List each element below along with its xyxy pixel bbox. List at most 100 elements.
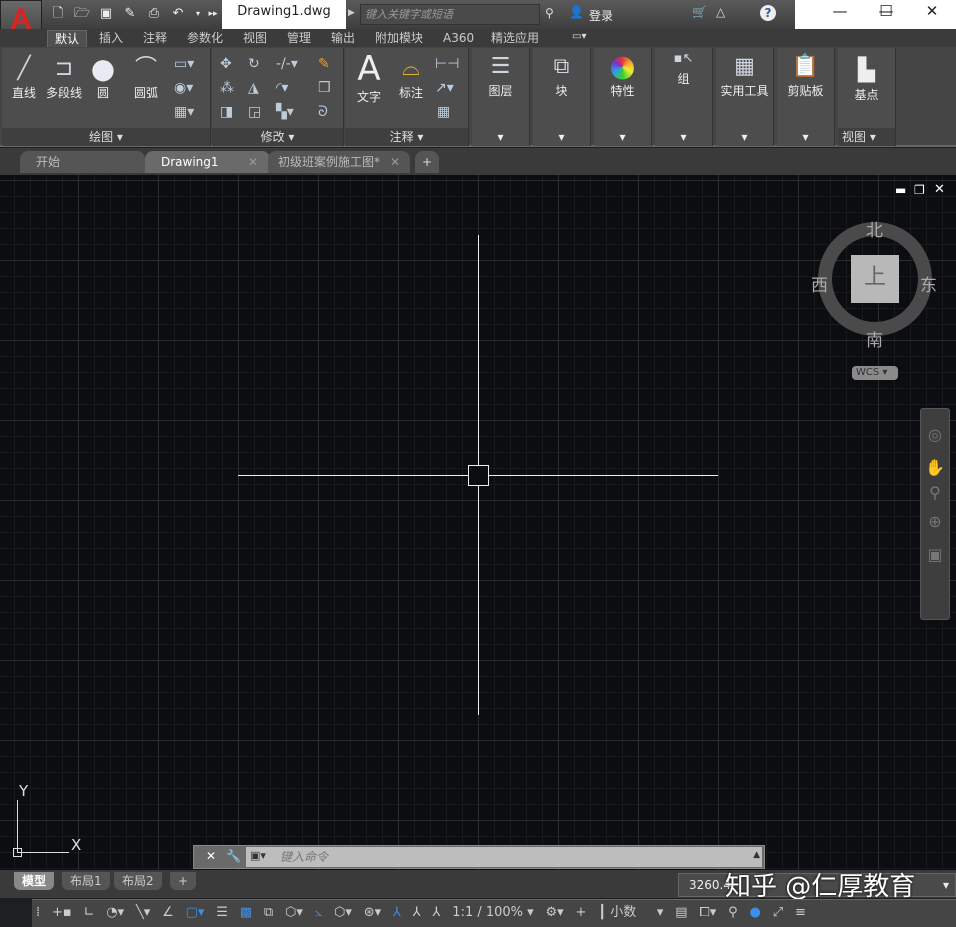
viewcube-top-face[interactable]: 上: [851, 255, 899, 303]
open-icon[interactable]: 🗁: [74, 6, 90, 22]
scale-icon[interactable]: ◲: [248, 104, 261, 120]
cart-icon[interactable]: 🛒: [692, 5, 707, 19]
fillet-icon[interactable]: ◜▾: [276, 80, 288, 96]
chevron-down-icon[interactable]: ▾: [190, 6, 206, 22]
layout-tab-layout1[interactable]: 布局1: [62, 872, 110, 890]
base-point-button[interactable]: 基点: [854, 88, 878, 102]
undo-icon[interactable]: ↶: [170, 6, 186, 22]
tab-view[interactable]: 视图: [236, 30, 274, 47]
clean-screen-icon[interactable]: ⤢: [769, 900, 787, 926]
group-button[interactable]: ▪↖ 组 ▾: [655, 48, 713, 146]
mirror-icon[interactable]: ◮: [248, 80, 259, 96]
layout-tab-layout2[interactable]: 布局2: [114, 872, 162, 890]
block-button[interactable]: ⧉ 块 ▾: [533, 48, 591, 146]
panel-draw-title[interactable]: 绘图 ▾: [2, 128, 210, 146]
expand-icon[interactable]: ▶: [348, 8, 355, 18]
close-icon[interactable]: ✕: [206, 849, 216, 863]
tab-annotate[interactable]: 注释: [136, 30, 174, 47]
print-icon[interactable]: ⎙: [146, 6, 162, 22]
grid-icon[interactable]: ⁞: [32, 900, 44, 926]
file-tab-drawing1[interactable]: Drawing1 ✕: [145, 151, 270, 173]
offset-icon[interactable]: ᘐ: [318, 104, 328, 120]
selection-filter-icon[interactable]: ⬡▾: [330, 900, 356, 926]
circle-button[interactable]: ● 圆: [86, 54, 120, 101]
command-input[interactable]: 键入命令: [246, 847, 762, 867]
hatch-icon[interactable]: ◉▾: [174, 80, 193, 96]
save-icon[interactable]: ▣: [98, 6, 114, 22]
new-icon[interactable]: 🗋: [50, 6, 66, 22]
compass-east[interactable]: 东: [920, 271, 937, 296]
move-icon[interactable]: ✥: [220, 56, 232, 72]
line-button[interactable]: ╱ 直线: [6, 54, 42, 101]
layers-button[interactable]: ☰ 图层 ▾: [472, 48, 530, 146]
file-tab-project[interactable]: 初级班案例施工图* ✕: [268, 151, 410, 173]
minimize-icon[interactable]: —: [820, 2, 860, 20]
wcs-menu[interactable]: WCS ▾: [852, 366, 898, 380]
dimension-button[interactable]: ⌓ 标注: [391, 54, 431, 101]
quick-properties-icon[interactable]: ▤: [671, 900, 691, 926]
ortho-icon[interactable]: ∟: [80, 900, 99, 926]
annotation-scale-dropdown[interactable]: 1:1 / 100% ▾: [448, 900, 537, 926]
snap-icon[interactable]: +▪: [48, 900, 76, 926]
compass-south[interactable]: 南: [866, 326, 883, 351]
add-layout-button[interactable]: +: [170, 872, 197, 890]
autodesk-icon[interactable]: △: [716, 5, 725, 19]
command-prompt-icon[interactable]: ▣▾: [250, 849, 266, 862]
selection-cycling-icon[interactable]: ⧉: [260, 900, 277, 926]
chevron-down-icon[interactable]: ▾: [943, 874, 949, 896]
chevron-down-icon[interactable]: ▾: [472, 130, 529, 144]
more-icon[interactable]: ▸▸: [205, 6, 221, 22]
array-icon[interactable]: ▚▾: [276, 104, 294, 120]
customization-icon[interactable]: ≡: [791, 900, 810, 926]
utilities-button[interactable]: ▦ 实用工具 ▾: [716, 48, 774, 146]
erase-icon[interactable]: ✎: [318, 56, 330, 72]
tab-featured-apps[interactable]: 精选应用: [484, 30, 546, 47]
rectangle-icon[interactable]: ▭▾: [174, 56, 194, 72]
hardware-acceleration-icon[interactable]: ●: [746, 900, 765, 926]
maximize-icon[interactable]: ☐: [866, 2, 906, 20]
showmotion-icon[interactable]: ▣: [921, 545, 949, 564]
orbit-icon[interactable]: ⊕: [921, 512, 949, 531]
polar-icon[interactable]: ◔▾: [102, 900, 128, 926]
table-icon[interactable]: ▦: [437, 104, 450, 120]
ribbon-minimize-icon[interactable]: ▭▾: [572, 31, 586, 42]
compass-west[interactable]: 西: [811, 271, 828, 296]
search-input[interactable]: 键入关键字或短语: [360, 4, 540, 25]
linear-dim-icon[interactable]: ⊢⊣: [435, 56, 459, 72]
annotation-visibility-icon[interactable]: ⅄: [389, 900, 405, 926]
chevron-up-icon[interactable]: ▲: [753, 850, 760, 860]
tab-parametric[interactable]: 参数化: [180, 30, 230, 47]
layout-tab-model[interactable]: 模型: [14, 872, 55, 890]
panel-view-title[interactable]: 视图 ▾: [838, 128, 895, 146]
chevron-down-icon[interactable]: ▾: [594, 130, 651, 144]
annotation-scale-icon[interactable]: ⅄: [429, 900, 445, 926]
compass-north[interactable]: 北: [866, 216, 883, 241]
arc-button[interactable]: ⌒ 圆弧: [126, 54, 166, 101]
explode-icon[interactable]: ❒: [318, 80, 331, 96]
panel-modify-title[interactable]: 修改 ▾: [212, 128, 343, 146]
transparency-icon[interactable]: ▩: [236, 900, 256, 926]
workspace-gear-icon[interactable]: ⚙▾: [542, 900, 568, 926]
tab-manage[interactable]: 管理: [280, 30, 318, 47]
chevron-down-icon[interactable]: ▾: [655, 130, 712, 144]
dynamic-ucs-icon[interactable]: ⦣: [311, 900, 326, 926]
viewport-restore-icon[interactable]: ❐: [914, 183, 925, 197]
wrench-icon[interactable]: 🔧: [226, 849, 241, 863]
pan-icon[interactable]: ✋: [921, 458, 949, 477]
leader-icon[interactable]: ↗▾: [435, 80, 454, 96]
chevron-down-icon[interactable]: ▾: [777, 130, 834, 144]
chevron-down-icon[interactable]: ▾: [716, 130, 773, 144]
annotation-monitor-icon[interactable]: +: [572, 900, 591, 926]
chevron-down-icon[interactable]: ▾: [533, 130, 590, 144]
tab-addins[interactable]: 附加模块: [368, 30, 430, 47]
copy-icon[interactable]: ⁂: [220, 80, 234, 96]
text-button[interactable]: A 文字: [351, 50, 387, 105]
rotate-icon[interactable]: ↻: [248, 56, 260, 72]
tab-output[interactable]: 输出: [324, 30, 362, 47]
file-tab-start[interactable]: 开始: [20, 151, 145, 173]
boundary-icon[interactable]: ▦▾: [174, 104, 194, 120]
viewport-minimize-icon[interactable]: ▬: [895, 183, 906, 197]
viewport-close-icon[interactable]: ✕: [934, 182, 945, 197]
new-tab-button[interactable]: +: [415, 151, 439, 173]
tab-default[interactable]: 默认: [47, 30, 88, 47]
